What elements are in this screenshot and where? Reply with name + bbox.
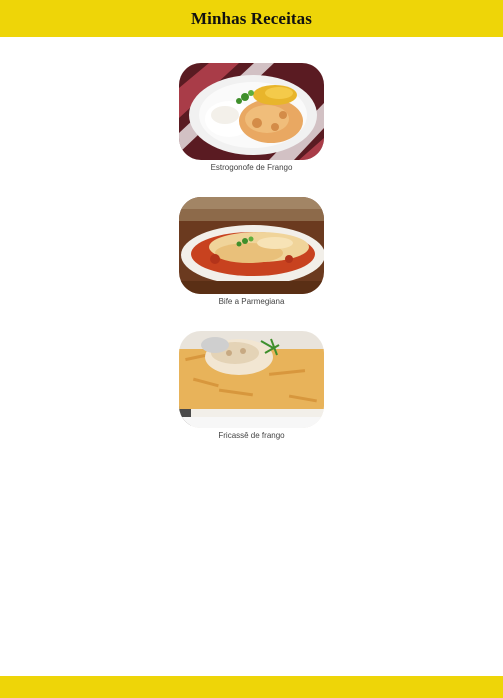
parmigiana-dish-icon	[179, 197, 324, 294]
app-footer	[0, 676, 503, 698]
recipe-image[interactable]	[179, 331, 324, 428]
recipe-card-estrogonofe[interactable]: Estrogonofe de Frango	[179, 63, 324, 172]
fricasse-dish-icon	[179, 331, 324, 428]
app-header: Minhas Receitas	[0, 0, 503, 37]
recipe-title[interactable]: Fricassê de frango	[218, 431, 284, 440]
recipe-title[interactable]: Estrogonofe de Frango	[211, 163, 293, 172]
recipe-image[interactable]	[179, 197, 324, 294]
recipe-card-fricasse[interactable]: Fricassê de frango	[179, 331, 324, 440]
strogonoff-dish-icon	[179, 63, 324, 160]
recipe-title[interactable]: Bife a Parmegiana	[219, 297, 285, 306]
page-title: Minhas Receitas	[191, 8, 312, 28]
recipe-card-bife-parmegiana[interactable]: Bife a Parmegiana	[179, 197, 324, 306]
recipe-image[interactable]	[179, 63, 324, 160]
